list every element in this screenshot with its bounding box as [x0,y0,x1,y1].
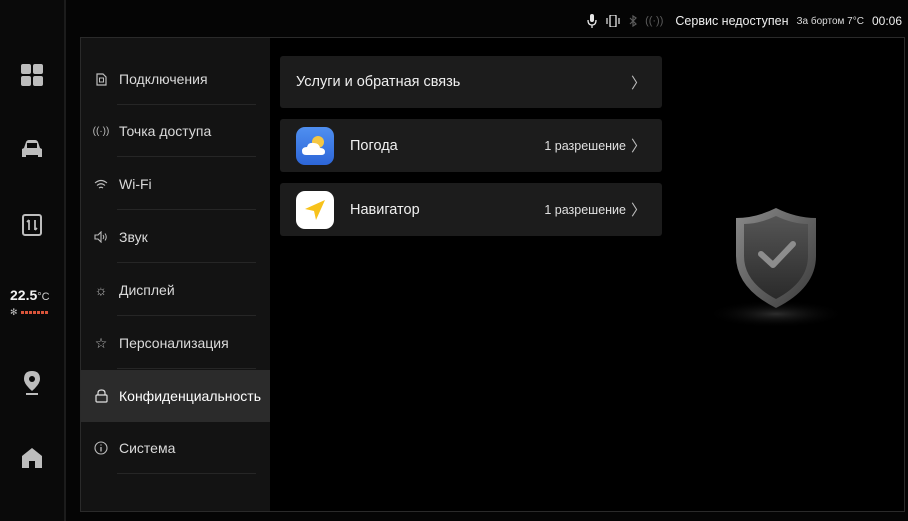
service-status: Сервис недоступен [675,14,789,28]
services-feedback-label: Услуги и обратная связь [296,74,461,90]
settings-window: Подключения ((·)) Точка доступа Wi-Fi Зв… [80,37,905,512]
menu-item-display[interactable]: ☼ Дисплей [81,264,270,316]
permissions-count: 1 разрешение [544,138,626,153]
fan-level-segment [20,310,24,314]
menu-item-sound[interactable]: Звук [81,211,270,263]
weather-app-icon [296,126,334,165]
fan-level-segment [44,310,48,314]
menu-item-hotspot[interactable]: ((·)) Точка доступа [81,105,270,157]
fan-level-segment [36,310,40,314]
car-icon[interactable] [0,125,64,175]
services-feedback-row[interactable]: Услуги и обратная связь 〉 [280,56,662,108]
bluetooth-icon [629,15,638,27]
fan-level-bar [20,310,48,314]
app-row-weather[interactable]: Погода 1 разрешение 〉 [280,119,662,172]
star-icon: ☆ [94,334,108,351]
sim-card-icon [94,72,108,86]
wifi-icon [94,179,108,190]
climate-widget[interactable]: 22.5°C ✻ [0,283,64,327]
menu-item-privacy[interactable]: Конфиденциальность [81,370,270,422]
menu-item-label: Конфиденциальность [119,388,262,404]
fan-icon: ✻ [10,307,18,317]
menu-item-label: Звук [119,229,148,245]
chevron-right-icon: 〉 [630,138,646,155]
lock-icon [94,389,108,403]
menu-item-connections[interactable]: Подключения [81,53,270,105]
settings-menu: Подключения ((·)) Точка доступа Wi-Fi Зв… [81,38,270,511]
menu-item-wifi[interactable]: Wi-Fi [81,158,270,210]
window-switch-icon[interactable] [0,200,64,250]
apps-grid-icon[interactable] [0,50,64,100]
menu-item-label: Персонализация [119,335,229,351]
chevron-right-icon: 〉 [630,202,646,219]
fan-level-segment [40,310,44,314]
clock: 00:06 [871,14,902,28]
app-name: Навигатор [350,201,420,218]
status-bar: ((·)) Сервис недоступен За бортом 7°C 00… [66,10,902,32]
menu-item-system[interactable]: Система [81,422,270,474]
home-icon[interactable] [0,433,64,483]
menu-item-label: Wi-Fi [119,176,152,192]
info-icon [94,441,108,455]
chevron-right-icon: 〉 [630,74,646,92]
menu-item-personalization[interactable]: ☆ Персонализация [81,317,270,369]
microphone-icon[interactable] [587,14,597,28]
hotspot-icon: ((·)) [645,15,664,27]
location-pin-icon[interactable] [0,358,64,408]
app-name: Погода [350,137,398,154]
hotspot-icon: ((·)) [92,125,110,137]
menu-item-label: Точка доступа [119,123,212,139]
phone-vibrate-icon [605,15,621,27]
speaker-icon [94,231,108,243]
menu-item-label: Система [119,440,176,456]
navigator-app-icon [296,190,334,229]
menu-item-label: Дисплей [119,282,175,298]
app-row-navigator[interactable]: Навигатор 1 разрешение 〉 [280,183,662,236]
outside-temperature: За бортом 7°C [796,15,864,27]
brightness-icon: ☼ [94,282,108,298]
fan-level-segment [24,310,28,314]
menu-item-label: Подключения [119,71,208,87]
permissions-count: 1 разрешение [544,202,626,217]
side-dock: 22.5°C ✻ [0,0,66,521]
fan-level-segment [32,310,36,314]
temperature-value: 22.5°C [10,287,50,303]
shield-check-icon [701,196,851,336]
fan-level-segment [28,310,32,314]
